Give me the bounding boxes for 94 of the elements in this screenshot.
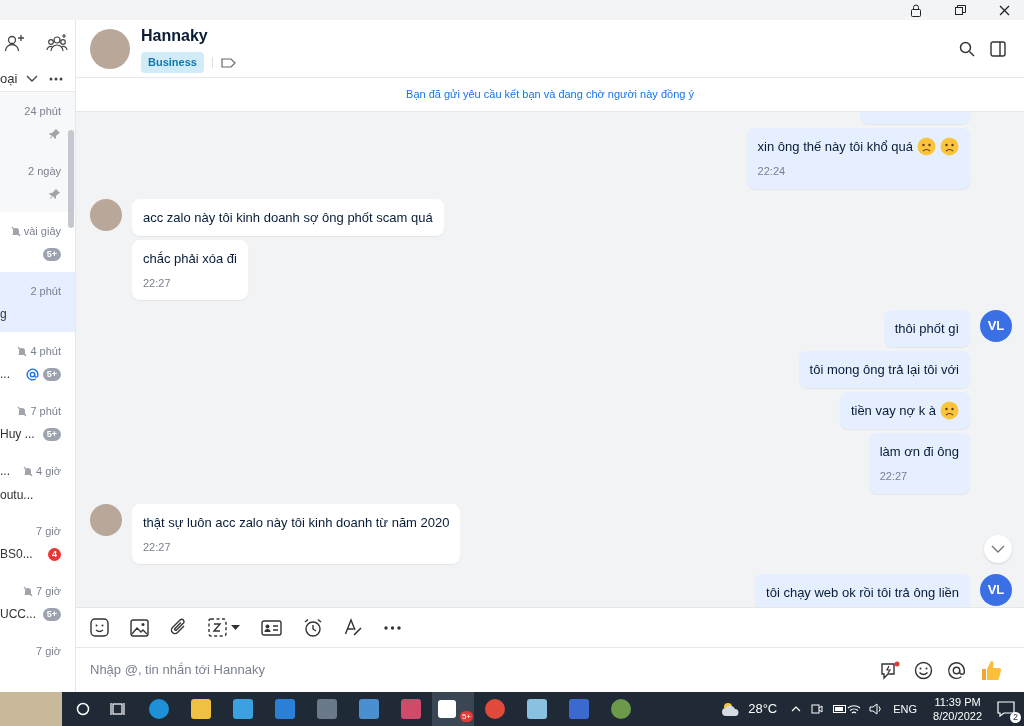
message-preview: outu...: [0, 487, 34, 504]
alarm-clock-icon[interactable]: [303, 617, 323, 638]
message-preview: BS0...: [0, 546, 33, 564]
message-preview: Huy ...: [0, 426, 35, 444]
sticker-icon[interactable]: [90, 618, 109, 637]
unread-count: 5+: [42, 427, 61, 441]
friend-request-notice: Bạn đã gửi yêu cầu kết bạn và đang chờ người này đồng ý: [406, 87, 694, 103]
image-icon[interactable]: [130, 618, 149, 637]
scrollbar[interactable]: [68, 130, 74, 228]
conversation-time: 24 phút: [24, 103, 61, 119]
close-icon[interactable]: [999, 4, 1010, 16]
notification-icon: [997, 701, 1015, 717]
conversation-item[interactable]: 2 ngày: [0, 152, 75, 212]
message-text: làm ơn đi ông: [879, 443, 959, 461]
notification-count: 2: [1010, 712, 1021, 723]
battery-icon[interactable]: [833, 705, 848, 713]
conversation-time: 4 giờ: [36, 463, 61, 479]
user-avatar[interactable]: VL: [980, 310, 1012, 342]
message-preview: g: [0, 306, 7, 324]
search-icon[interactable]: [959, 40, 975, 57]
text-format-icon[interactable]: [344, 618, 363, 637]
message-time: 22:27: [143, 539, 172, 555]
conversation-item[interactable]: 2 phút g: [0, 272, 75, 332]
conversation-time: 2 ngày: [27, 163, 61, 179]
user-avatar[interactable]: VL: [980, 574, 1012, 606]
muted-bell-icon: [17, 405, 28, 417]
emoji-icon[interactable]: [914, 660, 933, 680]
conversation-time: 4 phút: [30, 343, 61, 359]
side-panel-icon[interactable]: [990, 40, 1006, 57]
lock-icon: [910, 3, 922, 17]
clock-time[interactable]: 11:39 PM: [934, 695, 981, 709]
wifi-icon[interactable]: [847, 703, 862, 715]
add-group-icon[interactable]: [46, 33, 68, 54]
message-preview: ...: [0, 366, 10, 384]
muted-bell-icon: [17, 345, 28, 357]
screenshot-icon: [208, 618, 227, 637]
notification-button[interactable]: 2: [994, 697, 1018, 721]
chevron-up-icon[interactable]: [791, 706, 802, 712]
message-time: 22:24: [757, 164, 787, 179]
screenshot-button[interactable]: [208, 618, 240, 637]
unread-count: 4: [48, 547, 61, 561]
restore-icon[interactable]: [955, 5, 966, 15]
message-time: 22:27: [879, 469, 909, 484]
label-tag-icon[interactable]: [220, 57, 236, 68]
message-text: thôi phốt gì: [894, 320, 959, 338]
unread-count: 5+: [42, 247, 61, 261]
conversation-time: 7 giờ: [36, 523, 61, 539]
contact-name: Hannaky: [141, 26, 209, 47]
message-text: tôi chạy web ok rồi tôi trả ông liền: [766, 584, 959, 602]
muted-bell-icon: [10, 225, 21, 237]
message-text: tôi mong ông trả lại tôi với: [809, 361, 959, 379]
more-icon[interactable]: [384, 625, 401, 630]
message-time: 22:27: [143, 275, 172, 291]
filter-label[interactable]: oại: [0, 68, 18, 89]
message-text: tiền vay nợ k à: [850, 402, 936, 420]
chevron-down-icon: [991, 545, 1005, 553]
message-input[interactable]: Nhập @, tin nhắn tới Hannaky: [90, 660, 866, 680]
conversation-time: 7 giờ: [36, 583, 61, 599]
contact-card-icon[interactable]: [261, 619, 282, 636]
pin-icon: [49, 128, 61, 141]
business-tag[interactable]: Business: [141, 52, 204, 73]
unread-count: 5+: [42, 607, 61, 621]
conversation-time: vài giây: [23, 223, 61, 239]
conversation-item[interactable]: 24 phút: [0, 92, 75, 152]
quick-message-icon[interactable]: [880, 660, 900, 680]
thumbs-up-icon[interactable]: [980, 659, 1002, 681]
temperature[interactable]: 28°C: [748, 699, 778, 719]
conversation-time: 7 phút: [30, 403, 61, 419]
message-text: thật sự luôn acc zalo này tôi kinh doanh từ năm 2020: [143, 513, 450, 532]
muted-bell-icon: [23, 585, 34, 597]
start-button-picture[interactable]: [0, 692, 62, 726]
message-text: chắc phải xóa đi: [143, 249, 237, 268]
message-preview: UCC...: [0, 606, 36, 624]
speaker-icon[interactable]: [869, 703, 884, 715]
paperclip-icon[interactable]: [170, 618, 187, 637]
chevron-down-icon[interactable]: [26, 74, 39, 83]
unread-count: 5+: [42, 367, 61, 381]
conversation-time: 2 phút: [30, 283, 61, 299]
mention-icon[interactable]: [947, 660, 966, 680]
caret-icon: [231, 625, 240, 630]
taskbar-badge: 5+: [459, 711, 473, 722]
input-language[interactable]: ENG: [893, 700, 918, 718]
message-text: acc zalo này tôi kinh doanh sợ ông phốt scam quá: [143, 208, 433, 227]
pin-icon: [49, 188, 61, 201]
task-view-icon[interactable]: [110, 702, 126, 716]
clock-date[interactable]: 8/20/2022: [933, 709, 982, 723]
conversation-name: ...: [0, 463, 10, 480]
conversation-time: 7 giờ: [36, 643, 61, 659]
add-friend-icon[interactable]: [4, 33, 26, 54]
muted-bell-icon: [23, 465, 34, 477]
camera-icon[interactable]: [811, 703, 824, 715]
message-text: xin ông thế này tôi khổ quá: [757, 138, 913, 156]
search-icon[interactable]: [76, 702, 90, 716]
more-icon[interactable]: [49, 76, 64, 81]
